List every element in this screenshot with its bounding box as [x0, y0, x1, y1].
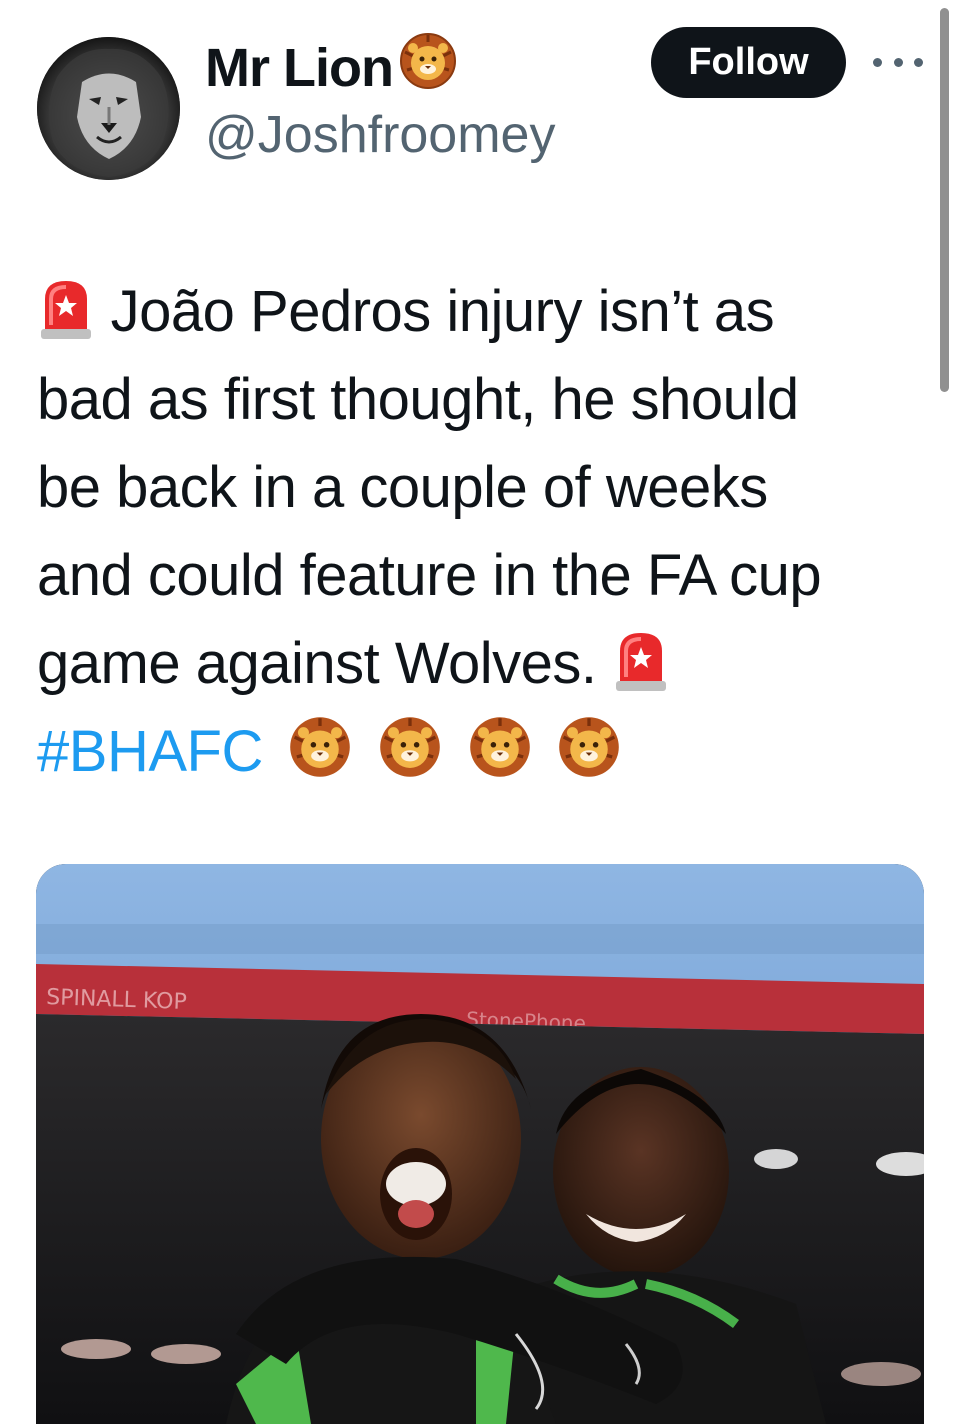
football-celebration-photo: SPINALL KOP StonePhone	[36, 864, 924, 1424]
tweet-text-line: be back in a couple of weeks	[37, 455, 768, 520]
author-handle[interactable]: @Joshfroomey	[205, 105, 555, 165]
avatar[interactable]	[37, 37, 180, 180]
stand-banner-text: SPINALL KOP	[46, 985, 187, 1015]
lion-portrait-icon	[37, 37, 180, 180]
more-dot	[893, 57, 903, 67]
follow-button[interactable]: Follow	[651, 27, 846, 98]
tweet-text-line: João Pedros injury isn’t as	[37, 268, 937, 356]
tweet-photo[interactable]: SPINALL KOP StonePhone	[36, 864, 924, 1424]
hashtag-link[interactable]: #BHAFC	[37, 719, 263, 784]
lion-face-icon	[378, 715, 442, 804]
tweet-text-line: and could feature in the FA cup	[37, 543, 822, 608]
scrollbar[interactable]	[940, 8, 949, 392]
police-siren-icon	[37, 277, 95, 366]
tweet-text-line: bad as first thought, he should	[37, 367, 799, 432]
tweet-text-segment: João Pedros injury isn’t as	[110, 279, 775, 344]
author-display-name[interactable]: Mr Lion	[205, 32, 457, 103]
tweet-card: Mr Lion @Joshfroomey Follow João Pedros …	[0, 0, 960, 1424]
lion-face-icon	[468, 715, 532, 804]
display-name-text: Mr Lion	[205, 37, 394, 98]
tweet-text: João Pedros injury isn’t as bad as first…	[37, 268, 937, 796]
more-dot	[914, 57, 923, 67]
lion-face-icon	[288, 715, 352, 804]
more-options-icon[interactable]	[873, 50, 923, 74]
police-siren-icon	[612, 629, 670, 718]
more-dot	[873, 57, 882, 67]
lion-face-icon	[399, 32, 457, 103]
tweet-text-segment: game against Wolves.	[37, 631, 597, 696]
hashtag-line: #BHAFC	[37, 708, 937, 796]
tweet-text-line: game against Wolves.	[37, 620, 937, 708]
lion-face-icon	[557, 715, 621, 804]
